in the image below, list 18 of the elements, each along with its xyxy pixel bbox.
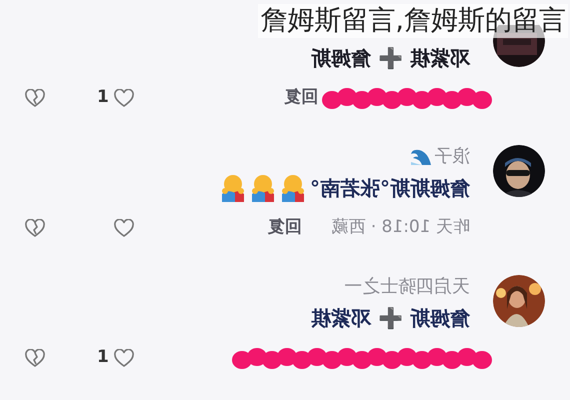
hug-emoji-icon xyxy=(250,174,276,202)
heart-icon[interactable] xyxy=(114,89,134,107)
broken-heart-icon[interactable] xyxy=(25,349,45,367)
hug-emoji-icon xyxy=(280,174,306,202)
comment-text: 邓紫棋 ➕ 詹姆斯 xyxy=(311,45,470,72)
comment-text: 詹姆斯 ➕ 邓紫棋 xyxy=(311,305,470,332)
like-count: 1 xyxy=(97,346,110,370)
reply-button[interactable]: 回复 xyxy=(284,85,318,111)
heart-icon[interactable] xyxy=(114,219,134,237)
reply-button[interactable]: 回复 xyxy=(267,215,302,241)
broken-heart-icon[interactable] xyxy=(25,219,45,237)
comment-meta: 昨天 10:18 · 西藏 xyxy=(331,216,470,240)
broken-heart-icon[interactable] xyxy=(25,89,45,107)
caption: 詹姆斯留言,詹姆斯的留言 xyxy=(258,4,568,38)
heart-icon[interactable] xyxy=(114,349,134,367)
comment-text: 詹姆斯斯°张若南° xyxy=(310,175,470,202)
like-count: 1 xyxy=(97,86,110,110)
hug-emoji-icon xyxy=(220,174,246,202)
